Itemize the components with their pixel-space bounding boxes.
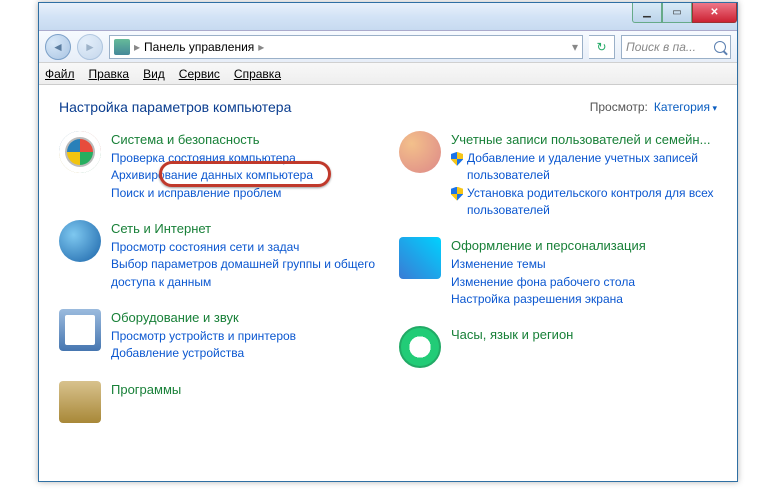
heading-row: Настройка параметров компьютера Просмотр… [59, 99, 717, 115]
forward-button[interactable]: ► [77, 34, 103, 60]
menu-help[interactable]: Справка [234, 67, 281, 81]
right-column: Учетные записи пользователей и семейн...… [399, 131, 717, 423]
link-parental-controls[interactable]: Установка родительского контроля для все… [451, 185, 717, 220]
menu-bar: Файл Правка Вид Сервис Справка [39, 63, 737, 85]
content-area: Настройка параметров компьютера Просмотр… [39, 85, 737, 481]
link-add-device[interactable]: Добавление устройства [111, 345, 296, 362]
breadcrumb-chevron-icon: ▸ [258, 40, 264, 54]
refresh-button[interactable]: ↻ [589, 35, 615, 59]
clock-icon [399, 326, 441, 368]
globe-icon [59, 220, 101, 262]
link-troubleshoot[interactable]: Поиск и исправление проблем [111, 185, 313, 202]
uac-shield-icon [451, 187, 463, 201]
category-title-security[interactable]: Система и безопасность [111, 131, 260, 150]
search-placeholder: Поиск в пa... [626, 40, 696, 54]
link-change-theme[interactable]: Изменение темы [451, 256, 646, 273]
titlebar [39, 3, 737, 31]
control-panel-window: ◄ ► ▸ Панель управления ▸ ▾ ↻ Поиск в пa… [38, 2, 738, 482]
dropdown-icon[interactable]: ▾ [572, 40, 578, 54]
security-shield-icon [59, 131, 101, 173]
category-network: Сеть и Интернет Просмотр состояния сети … [59, 220, 377, 291]
link-devices[interactable]: Просмотр устройств и принтеров [111, 328, 296, 345]
link-add-remove-users[interactable]: Добавление и удаление учетных записей по… [451, 150, 717, 185]
maximize-button[interactable] [662, 3, 692, 23]
link-resolution[interactable]: Настройка разрешения экрана [451, 291, 646, 308]
category-title-users[interactable]: Учетные записи пользователей и семейн... [451, 131, 710, 150]
close-button[interactable] [692, 3, 737, 23]
people-icon [399, 131, 441, 173]
menu-tools[interactable]: Сервис [179, 67, 220, 81]
menu-edit[interactable]: Правка [89, 67, 130, 81]
menu-file[interactable]: Файл [45, 67, 75, 81]
breadcrumb-root[interactable]: Панель управления [144, 40, 254, 54]
link-change-wallpaper[interactable]: Изменение фона рабочего стола [451, 274, 646, 291]
link-homegroup[interactable]: Выбор параметров домашней группы и общег… [111, 256, 377, 291]
window-controls [632, 3, 737, 23]
link-network-status[interactable]: Просмотр состояния сети и задач [111, 239, 377, 256]
menu-view[interactable]: Вид [143, 67, 165, 81]
left-column: Система и безопасность Проверка состояни… [59, 131, 377, 423]
control-panel-icon [114, 39, 130, 55]
navigation-row: ◄ ► ▸ Панель управления ▸ ▾ ↻ Поиск в пa… [39, 31, 737, 63]
view-by-label: Просмотр: [590, 100, 648, 114]
back-button[interactable]: ◄ [45, 34, 71, 60]
link-check-status[interactable]: Проверка состояния компьютера [111, 150, 313, 167]
monitor-icon [399, 237, 441, 279]
box-icon [59, 381, 101, 423]
category-system-security: Система и безопасность Проверка состояни… [59, 131, 377, 202]
link-backup[interactable]: Архивирование данных компьютера [111, 167, 313, 184]
category-title-hardware[interactable]: Оборудование и звук [111, 309, 239, 328]
search-icon [714, 41, 726, 53]
printer-icon [59, 309, 101, 351]
category-columns: Система и безопасность Проверка состояни… [59, 131, 717, 423]
category-appearance: Оформление и персонализация Изменение те… [399, 237, 717, 308]
category-title-clock[interactable]: Часы, язык и регион [451, 326, 573, 345]
category-title-network[interactable]: Сеть и Интернет [111, 220, 211, 239]
category-hardware: Оборудование и звук Просмотр устройств и… [59, 309, 377, 363]
page-title: Настройка параметров компьютера [59, 99, 291, 115]
category-title-programs[interactable]: Программы [111, 381, 181, 400]
view-by-group: Просмотр: Категория [590, 100, 717, 114]
breadcrumb-bar[interactable]: ▸ Панель управления ▸ ▾ [109, 35, 583, 59]
breadcrumb-chevron-icon: ▸ [134, 40, 140, 54]
view-by-select[interactable]: Категория [654, 100, 717, 114]
category-title-appearance[interactable]: Оформление и персонализация [451, 237, 646, 256]
category-clock: Часы, язык и регион [399, 326, 717, 368]
category-users: Учетные записи пользователей и семейн...… [399, 131, 717, 219]
uac-shield-icon [451, 152, 463, 166]
minimize-button[interactable] [632, 3, 662, 23]
search-input[interactable]: Поиск в пa... [621, 35, 731, 59]
category-programs: Программы [59, 381, 377, 423]
